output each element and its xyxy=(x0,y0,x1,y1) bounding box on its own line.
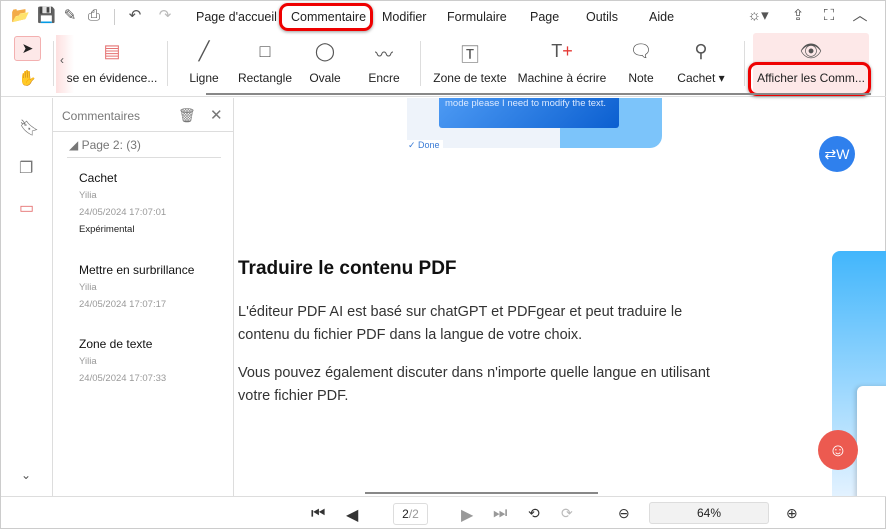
comments-icon[interactable]: ▭ xyxy=(19,198,34,218)
note-label: Note xyxy=(628,71,654,85)
rectangle-tool[interactable]: □ Rectangle xyxy=(237,33,293,93)
bottom-bar: ⏮ ◀ 2/2 ▶ ⏭ ⟲ ⟳ ⊖ 64% ⊕ xyxy=(1,496,886,530)
stamp-icon: ⚲ xyxy=(694,41,708,61)
card-image xyxy=(857,386,886,496)
menu-home[interactable]: Page d'accueil xyxy=(196,10,277,24)
highlight-tool[interactable]: ▤ se en évidence... xyxy=(63,33,161,93)
menu-help[interactable]: Aide xyxy=(649,10,674,24)
rectangle-label: Rectangle xyxy=(237,71,293,85)
comment-date: 24/05/2024 17:07:01 xyxy=(79,207,167,218)
ink-label: Encre xyxy=(368,71,400,85)
menu-bar: 📂 💾 ✎ ⎙ ↶ ↷ Page d'accueil Commentaire M… xyxy=(1,1,886,33)
highlight-label: se en évidence... xyxy=(66,71,158,85)
ink-tool[interactable]: 〰 Encre xyxy=(363,33,405,93)
comment-date: 24/05/2024 17:07:17 xyxy=(79,299,167,310)
ink-icon: 〰 xyxy=(375,45,393,65)
menu-tools[interactable]: Outils xyxy=(586,10,618,24)
page-group[interactable]: ◢ Page 2: (3) xyxy=(69,138,141,152)
menu-comment[interactable]: Commentaire xyxy=(291,10,366,24)
rectangle-icon: □ xyxy=(259,41,271,61)
close-icon[interactable]: ✕ xyxy=(210,106,223,124)
hand-tool-icon[interactable]: ✋ xyxy=(18,69,37,87)
horizontal-scrollbar[interactable] xyxy=(365,492,598,494)
section-heading: Traduire le contenu PDF xyxy=(238,258,457,279)
expand-icon[interactable]: ⌄ xyxy=(21,468,31,482)
paragraph: L'éditeur PDF AI est basé sur chatGPT et… xyxy=(238,304,683,343)
menu-edit[interactable]: Modifier xyxy=(382,10,426,24)
note-icon: 🗨 xyxy=(629,41,653,61)
pages-icon[interactable]: ❐ xyxy=(19,158,33,178)
comment-item[interactable]: Zone de texte Yilia 24/05/2024 17:07:33 xyxy=(79,337,166,384)
comment-item[interactable]: Mettre en surbrillance Yilia 24/05/2024 … xyxy=(79,263,194,310)
save-icon[interactable]: 💾 xyxy=(37,7,56,25)
zoom-in-icon[interactable]: ⊕ xyxy=(786,505,798,522)
stamp-tool[interactable]: ⚲ Cachet ▾ xyxy=(673,33,729,93)
oval-icon: ◯ xyxy=(314,41,336,61)
last-page-icon[interactable]: ⏭ xyxy=(493,505,507,523)
divider xyxy=(114,9,115,25)
chat-bubble: mode please I need to modify the text. xyxy=(439,98,619,128)
comment-item[interactable]: Cachet Yilia 24/05/2024 17:07:01 Expérim… xyxy=(79,171,166,235)
highlight-outline xyxy=(748,62,871,96)
next-page-icon[interactable]: ▶ xyxy=(461,505,473,525)
select-tool-icon[interactable]: ➤ xyxy=(14,36,41,61)
oval-label: Ovale xyxy=(309,71,341,85)
print-icon[interactable]: ⎙ xyxy=(85,7,103,25)
stamp-label: Cachet ▾ xyxy=(677,71,725,85)
undo-icon[interactable]: ↶ xyxy=(126,7,144,25)
zoom-out-icon[interactable]: ⊖ xyxy=(618,505,630,522)
comment-title: Mettre en surbrillance xyxy=(79,263,195,277)
rotate-left-icon[interactable]: ⟲ xyxy=(528,505,540,522)
textbox-label: Zone de texte xyxy=(433,71,507,85)
typewriter-icon: T+ xyxy=(551,41,573,61)
theme-icon[interactable]: ☼▾ xyxy=(745,7,771,25)
note-tool[interactable]: 🗨 Note xyxy=(621,33,661,93)
comment-title: Cachet xyxy=(79,171,118,185)
document-view: mode please I need to modify the text. ✓… xyxy=(235,98,886,496)
done-label: ✓ Done xyxy=(405,140,443,151)
comment-content: Expérimental xyxy=(79,224,135,235)
line-tool[interactable]: ╱ Ligne xyxy=(183,33,225,93)
first-page-icon[interactable]: ⏮ xyxy=(311,505,325,523)
delete-icon[interactable]: 🗑︎ xyxy=(178,107,196,124)
fullscreen-icon[interactable]: ⛶ xyxy=(820,7,838,25)
comment-title: Zone de texte xyxy=(79,337,153,351)
rotate-right-icon[interactable]: ⟳ xyxy=(561,505,573,522)
convert-word-button[interactable]: ⇄W xyxy=(819,136,855,172)
share-icon[interactable]: ⇪ xyxy=(787,7,809,25)
zoom-level[interactable]: 64% xyxy=(649,502,769,524)
menu-form[interactable]: Formulaire xyxy=(447,10,507,24)
prev-page-icon[interactable]: ◀ xyxy=(346,505,358,525)
comment-author: Yilia xyxy=(79,356,97,367)
line-icon: ╱ xyxy=(198,41,210,61)
highlight-icon: ▤ xyxy=(103,41,121,61)
left-rail: 🔖︎ ❐ ▭ ⌄ xyxy=(1,98,53,496)
open-icon[interactable]: 📂 xyxy=(11,7,30,25)
textbox-tool[interactable]: 🅃 Zone de texte xyxy=(431,33,509,93)
line-label: Ligne xyxy=(189,71,219,85)
menu-page[interactable]: Page xyxy=(530,10,559,24)
panel-title: Commentaires xyxy=(62,109,141,123)
paragraph: Vous pouvez également discuter dans n'im… xyxy=(238,365,710,404)
comment-author: Yilia xyxy=(79,282,97,293)
toolbar: ➤ ✋ ‹ ▤ se en évidence... ╱ Ligne □ Rectang… xyxy=(1,33,886,97)
comment-date: 24/05/2024 17:07:33 xyxy=(79,373,167,384)
textbox-icon: 🅃 xyxy=(461,45,479,65)
toolbar-scrollbar[interactable] xyxy=(206,93,871,95)
ai-assistant-button[interactable]: ☺ xyxy=(818,430,858,470)
typewriter-tool[interactable]: T+ Machine à écrire xyxy=(517,33,607,93)
page-input[interactable]: 2/2 xyxy=(393,503,428,525)
redo-icon[interactable]: ↷ xyxy=(156,7,174,25)
oval-tool[interactable]: ◯ Ovale xyxy=(304,33,346,93)
collapse-icon[interactable]: ︿ xyxy=(851,7,869,25)
comments-panel: Commentaires 🗑︎ ✕ ◢ Page 2: (3) Cachet Y… xyxy=(53,98,234,496)
eye-icon: 👁 xyxy=(799,41,823,61)
bookmark-icon[interactable]: 🔖︎ xyxy=(19,118,39,138)
save-as-icon[interactable]: ✎ xyxy=(61,7,79,25)
typewriter-label: Machine à écrire xyxy=(517,71,607,85)
comment-author: Yilia xyxy=(79,190,97,201)
